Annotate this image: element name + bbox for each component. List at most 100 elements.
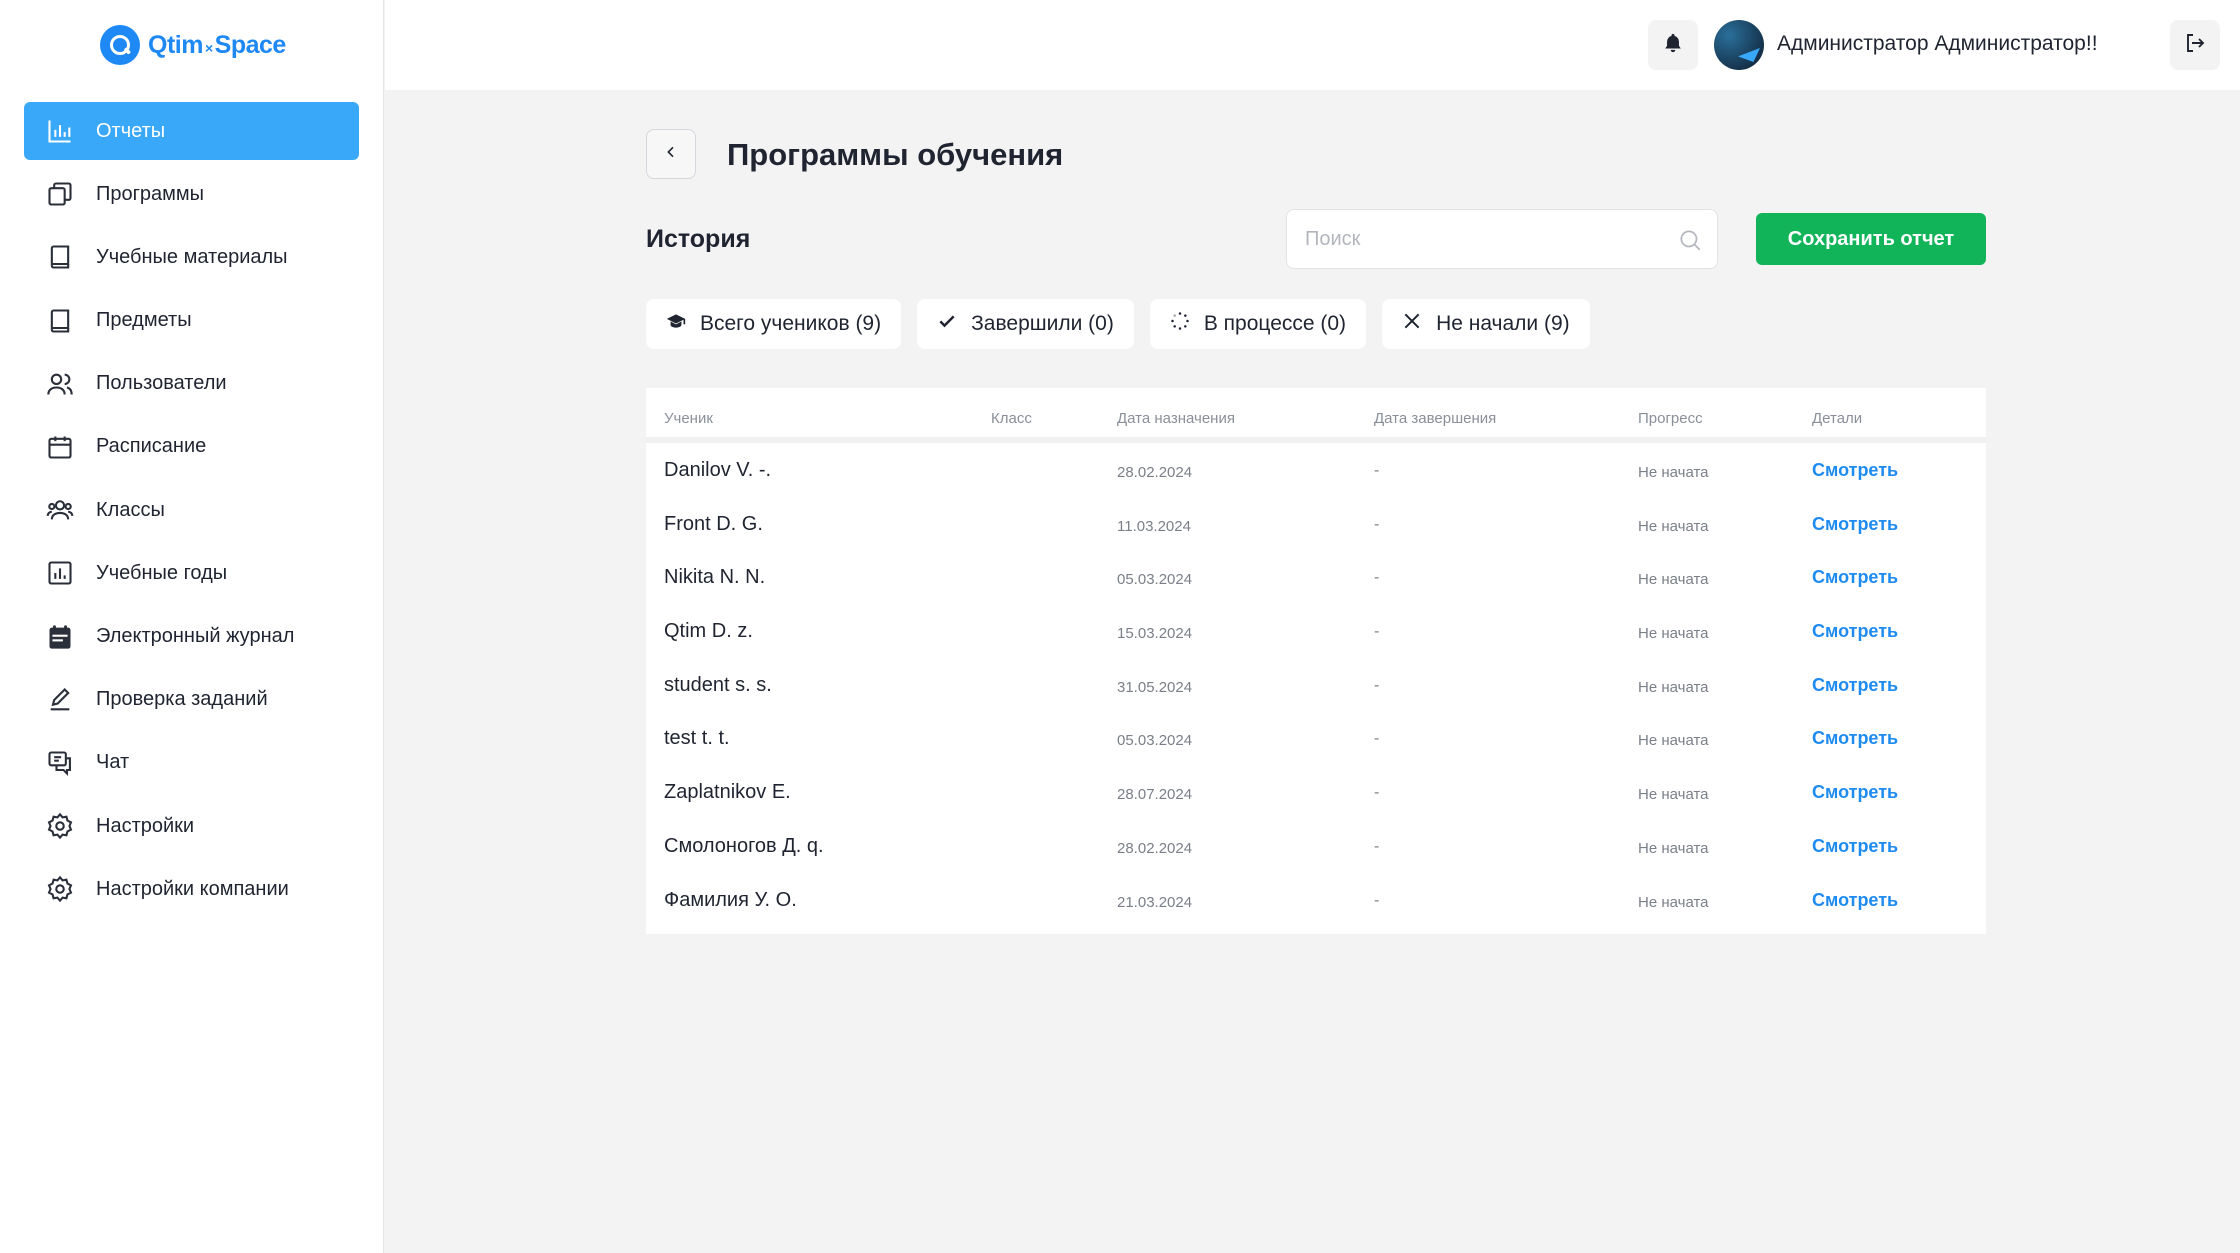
progress-status: Не начата	[1638, 678, 1709, 696]
top-bar: Администратор Администратор!!	[385, 0, 2240, 90]
sidebar-item-label: Электронный журнал	[96, 625, 295, 647]
sidebar-item-school-years[interactable]: Учебные годы	[24, 544, 359, 602]
assigned-date: 28.07.2024	[1117, 786, 1193, 804]
sidebar-item-task-review[interactable]: Проверка заданий	[24, 671, 359, 729]
assigned-date: 21.03.2024	[1117, 893, 1193, 911]
completed-date: -	[1374, 515, 1380, 533]
view-details-link[interactable]: Смотреть	[1812, 567, 1898, 588]
sidebar-item-classes[interactable]: Классы	[24, 481, 359, 539]
bell-icon	[1662, 32, 1684, 59]
filter-label: В процессе (0)	[1203, 312, 1347, 335]
table-row: Фамилия У. О. 21.03.2024 - Не начата Смотрет…	[646, 873, 1986, 927]
view-details-link[interactable]: Смотреть	[1812, 836, 1898, 857]
search-box	[1286, 209, 1718, 269]
check-icon	[937, 311, 957, 337]
column-header-completed-date[interactable]: Дата завершения	[1374, 410, 1496, 427]
sidebar-item-label: Настройки компании	[96, 877, 289, 900]
filter-not-started[interactable]: Не начали (9)	[1382, 299, 1590, 349]
avatar[interactable]	[1714, 20, 1764, 70]
progress-status: Не начата	[1638, 893, 1709, 911]
students-table: Ученик Класс Дата назначения Дата заверш…	[646, 388, 1986, 934]
filter-label: Не начали (9)	[1436, 312, 1570, 335]
sidebar-item-programs[interactable]: Программы	[24, 165, 359, 223]
chat-icon	[46, 749, 74, 777]
student-name: Nikita N. N.	[664, 566, 766, 589]
view-details-link[interactable]: Смотреть	[1812, 621, 1898, 642]
student-name: test t. t.	[664, 727, 730, 750]
sidebar-item-label: Учебные материалы	[96, 245, 288, 268]
column-header-progress[interactable]: Прогресс	[1638, 410, 1703, 427]
filter-tabs: Всего учеников (9) Завершили (0) В проце…	[646, 299, 1590, 349]
sidebar-item-label: Учебные годы	[96, 561, 228, 584]
save-report-button[interactable]: Сохранить отчет	[1756, 213, 1986, 265]
group-icon	[46, 496, 74, 524]
column-header-details: Детали	[1812, 410, 1863, 427]
column-header-student[interactable]: Ученик	[664, 410, 713, 427]
student-name: student s. s.	[664, 673, 772, 696]
view-details-link[interactable]: Смотреть	[1812, 675, 1898, 696]
sidebar-item-label: Расписание	[96, 435, 207, 458]
completed-date: -	[1374, 837, 1380, 855]
view-details-link[interactable]: Смотреть	[1812, 890, 1898, 911]
assigned-date: 31.05.2024	[1117, 678, 1193, 696]
sidebar-item-journal[interactable]: Электронный журнал	[24, 608, 359, 666]
column-header-assigned-date[interactable]: Дата назначения	[1117, 410, 1235, 427]
sidebar-item-settings[interactable]: Настройки	[24, 797, 359, 855]
progress-status: Не начата	[1638, 571, 1709, 589]
view-details-link[interactable]: Смотреть	[1812, 514, 1898, 535]
filter-all-students[interactable]: Всего учеников (9)	[646, 299, 902, 349]
completed-date: -	[1374, 730, 1380, 748]
table-body: Danilov V. -. 28.02.2024 - Не начата Смотрет…	[646, 443, 1986, 926]
student-name: Фамилия У. О.	[664, 888, 797, 911]
sidebar-item-chat[interactable]: Чат	[24, 734, 359, 792]
user-name[interactable]: Администратор Администратор!!	[1777, 32, 2098, 56]
logout-icon	[2183, 31, 2207, 60]
pencil-icon	[46, 686, 74, 714]
gear-icon	[46, 812, 74, 840]
student-name: Danilov V. -.	[664, 459, 772, 481]
filter-in-progress[interactable]: В процессе (0)	[1149, 299, 1367, 349]
table-row: Zaplatnikov E. 28.07.2024 - Не начата Смотре…	[646, 765, 1986, 819]
table-row: Qtim D. z. 15.03.2024 - Не начата Смотреть	[646, 604, 1986, 658]
table-row: test t. t. 05.03.2024 - Не начата Смотреть	[646, 711, 1986, 765]
view-details-link[interactable]: Смотреть	[1812, 460, 1898, 481]
sidebar-item-company-settings[interactable]: Настройки компании	[24, 860, 359, 918]
chart-box-icon	[46, 559, 74, 587]
filter-label: Завершили (0)	[971, 312, 1114, 335]
sidebar-item-reports[interactable]: Отчеты	[24, 102, 359, 160]
filter-label: Всего учеников (9)	[700, 312, 882, 335]
sidebar-item-subjects[interactable]: Предметы	[24, 292, 359, 350]
book-icon	[46, 307, 74, 335]
student-name: Zaplatnikov E.	[664, 781, 791, 804]
student-name: Qtim D. z.	[664, 620, 753, 643]
sidebar-item-label: Программы	[96, 182, 205, 205]
bar-chart-icon	[46, 117, 74, 145]
users-icon	[46, 370, 74, 398]
progress-status: Не начата	[1638, 732, 1709, 750]
view-details-link[interactable]: Смотреть	[1812, 728, 1898, 749]
copy-icon	[46, 180, 74, 208]
table-row: Front D. G. 11.03.2024 - Не начата Смотреть	[646, 497, 1986, 551]
logo[interactable]: Qtim ×Space	[100, 24, 286, 66]
search-input[interactable]	[1287, 210, 1717, 268]
view-details-link[interactable]: Смотреть	[1812, 782, 1898, 803]
logout-button[interactable]	[2170, 20, 2220, 70]
sidebar-item-schedule[interactable]: Расписание	[24, 418, 359, 476]
search-icon[interactable]	[1677, 227, 1703, 253]
book-icon	[46, 243, 74, 271]
column-header-class[interactable]: Класс	[991, 410, 1032, 427]
logo-icon	[100, 25, 140, 65]
progress-status: Не начата	[1638, 517, 1709, 535]
filter-completed[interactable]: Завершили (0)	[917, 299, 1134, 349]
section-title: История	[646, 225, 751, 253]
notifications-button[interactable]	[1648, 20, 1698, 70]
sidebar-item-materials[interactable]: Учебные материалы	[24, 228, 359, 286]
table-row: Nikita N. N. 05.03.2024 - Не начата Смотреть	[646, 550, 1986, 604]
back-button[interactable]	[646, 129, 696, 179]
table-row: Danilov V. -. 28.02.2024 - Не начата Смотрет…	[646, 443, 1986, 497]
completed-date: -	[1374, 676, 1380, 694]
assigned-date: 05.03.2024	[1117, 732, 1193, 750]
sidebar-item-users[interactable]: Пользователи	[24, 355, 359, 413]
graduation-cap-icon	[666, 311, 686, 337]
sidebar-item-label: Чат	[96, 751, 130, 774]
